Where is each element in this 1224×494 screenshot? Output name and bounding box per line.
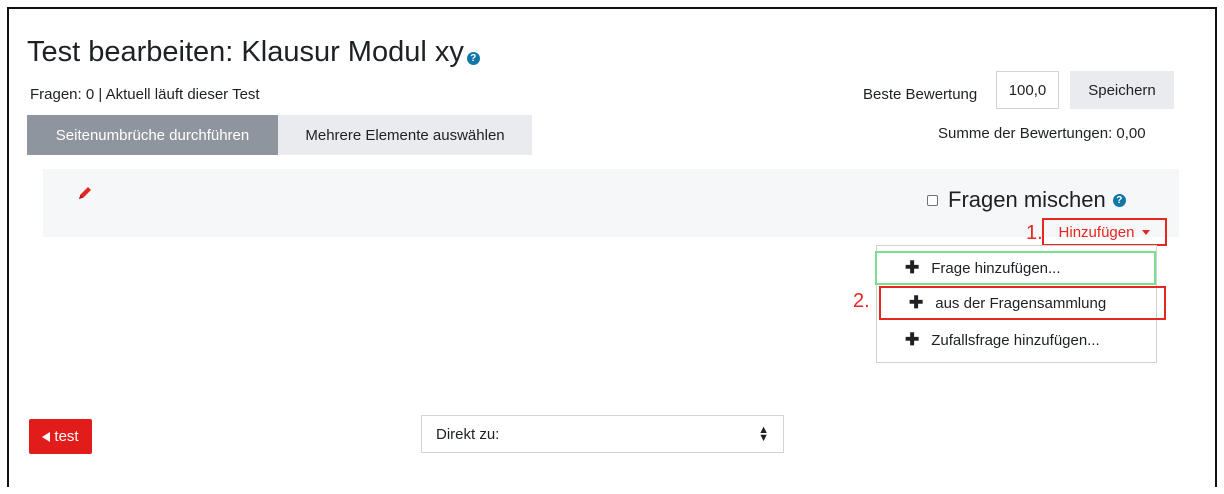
jump-to-select[interactable]: Direkt zu: ▲ ▼ <box>421 415 784 453</box>
plus-icon: ✚ <box>905 330 920 349</box>
quiz-info: Fragen: 0 | Aktuell läuft dieser Test <box>30 86 260 103</box>
add-dropdown-button[interactable]: Hinzufügen <box>1042 218 1167 246</box>
caret-down-icon <box>1142 229 1151 235</box>
back-to-test-button[interactable]: test <box>29 419 92 454</box>
repaginate-button[interactable]: Seitenumbrüche durchführen <box>27 115 278 155</box>
question-circle-icon[interactable]: ? <box>1112 193 1126 207</box>
step-2-label: 2. <box>853 290 870 312</box>
back-button-label: test <box>54 428 79 445</box>
page-title: Test bearbeiten: Klausur Modul xy? <box>27 36 480 69</box>
add-dropdown-menu: ✚ Frage hinzufügen... ✚ aus der Fragensa… <box>875 245 1166 363</box>
total-marks-label: Summe der Bewertungen: 0,00 <box>938 125 1146 142</box>
menu-item-label: Frage hinzufügen... <box>931 259 1061 277</box>
menu-item-label: Zufallsfrage hinzufügen... <box>931 331 1100 349</box>
triangle-left-icon <box>42 431 51 442</box>
shuffle-label: Fragen mischen <box>948 187 1106 212</box>
shuffle-checkbox[interactable] <box>927 194 938 206</box>
step-1-label: 1. <box>1026 222 1043 244</box>
pencil-icon[interactable] <box>75 183 95 203</box>
select-arrows-icon: ▲ ▼ <box>758 424 769 444</box>
menu-item-label: aus der Fragensammlung <box>935 294 1107 312</box>
add-dropdown-label: Hinzufügen <box>1058 223 1135 241</box>
plus-icon: ✚ <box>905 258 920 277</box>
max-grade-input[interactable] <box>996 71 1059 109</box>
menu-item-new-question[interactable]: ✚ Frage hinzufügen... <box>875 251 1156 285</box>
max-grade-label: Beste Bewertung <box>863 86 978 103</box>
menu-item-random-question[interactable]: ✚ Zufallsfrage hinzufügen... <box>877 323 1156 357</box>
jump-to-label: Direkt zu: <box>436 425 500 443</box>
shuffle-questions: Fragen mischen ? <box>927 187 1126 213</box>
save-button[interactable]: Speichern <box>1070 71 1174 109</box>
question-circle-icon[interactable]: ? <box>466 52 480 65</box>
menu-item-from-question-bank[interactable]: ✚ aus der Fragensammlung <box>879 286 1166 320</box>
select-multiple-button[interactable]: Mehrere Elemente auswählen <box>278 115 532 155</box>
plus-icon: ✚ <box>909 293 924 312</box>
